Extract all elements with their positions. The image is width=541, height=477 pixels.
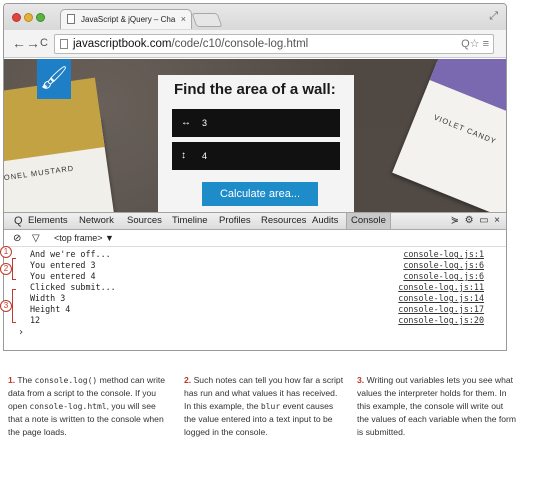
log-source-link[interactable]: console-log.js:17 [398, 304, 484, 315]
color-swatch-mustard: ONEL MUSTARD [4, 77, 115, 212]
log-row: Width 3 console-log.js:14 [4, 293, 506, 304]
dock-icon[interactable]: ▭ [479, 215, 488, 226]
frame-selector[interactable]: <top frame> ▼ [54, 231, 114, 246]
caption-code: console-log.html [29, 402, 107, 411]
log-message: You entered 4 [30, 271, 96, 281]
calculate-button[interactable]: Calculate area... [202, 182, 318, 206]
page-title: Find the area of a wall: [174, 81, 336, 98]
swatch-label: VIOLET CANDY [432, 112, 498, 147]
caption-text: Writing out variables lets you see what … [357, 375, 517, 437]
log-row: Clicked submit... console-log.js:11 [4, 282, 506, 293]
caption-code: console.log() [34, 376, 98, 385]
browser-tools[interactable]: Q☆ ≡ [461, 35, 489, 53]
callout-bracket [12, 258, 16, 280]
console-prompt[interactable]: › [18, 327, 24, 338]
drawer-icon[interactable]: ⋟ [451, 215, 459, 226]
log-source-link[interactable]: console-log.js:1 [403, 249, 484, 260]
devtools-tools[interactable]: ⋟ ⚙ ▭ × [451, 213, 500, 229]
log-row: 12 console-log.js:20 [4, 315, 506, 326]
log-row: Height 4 console-log.js:17 [4, 304, 506, 315]
fullscreen-icon[interactable]: ⤢ [489, 10, 498, 23]
tab-network[interactable]: Network [79, 213, 114, 229]
paintbrush-icon: 🖌 [37, 59, 71, 99]
vertical-arrows-icon: ↕ [181, 150, 186, 161]
search-icon[interactable]: Q [14, 213, 23, 229]
caption-1: 1. The console.log() method can write da… [8, 374, 168, 439]
log-row: You entered 3 console-log.js:6 [4, 260, 506, 271]
tab-audits[interactable]: Audits [312, 213, 338, 229]
browser-tab[interactable]: JavaScript & jQuery – Cha × [60, 9, 192, 29]
forward-icon[interactable]: → [26, 35, 40, 51]
tab-sources[interactable]: Sources [127, 213, 162, 229]
log-source-link[interactable]: console-log.js:6 [403, 260, 484, 271]
tab-timeline[interactable]: Timeline [172, 213, 208, 229]
caption-2: 2. Such notes can tell you how far a scr… [184, 374, 344, 439]
url-host: javascriptbook.com [73, 38, 172, 50]
browser-window: JavaScript & jQuery – Cha × ⤢ ← → C java… [3, 3, 507, 351]
devtools-panel: Q Elements Network Sources Timeline Prof… [4, 212, 506, 350]
log-source-link[interactable]: console-log.js:20 [398, 315, 484, 326]
log-message: You entered 3 [30, 260, 96, 270]
close-window-button[interactable] [12, 13, 21, 22]
log-source-link[interactable]: console-log.js:6 [403, 271, 484, 282]
swatch-label: ONEL MUSTARD [4, 163, 75, 183]
page-icon [67, 14, 75, 24]
back-icon[interactable]: ← [12, 35, 26, 51]
log-message: And we're off... [30, 249, 111, 259]
page-icon [60, 39, 68, 49]
width-value: 3 [202, 118, 208, 128]
tab-console[interactable]: Console [346, 213, 391, 229]
callout-marker-3: 3 [0, 300, 12, 312]
tab-elements[interactable]: Elements [28, 213, 68, 229]
area-form: Find the area of a wall: ↔ 3 ↕ 4 Calcula… [158, 75, 354, 212]
devtools-tabs: Q Elements Network Sources Timeline Prof… [4, 213, 506, 230]
tab-profiles[interactable]: Profiles [219, 213, 251, 229]
log-row: And we're off... console-log.js:1 [4, 249, 506, 260]
height-input[interactable]: ↕ 4 [172, 142, 340, 170]
height-value: 4 [202, 151, 208, 161]
log-message: Height 4 [30, 304, 71, 314]
reload-icon[interactable]: C [40, 35, 48, 51]
tab-resources[interactable]: Resources [261, 213, 306, 229]
minimize-window-button[interactable] [24, 13, 33, 22]
callout-marker-2: 2 [0, 263, 12, 275]
page-viewport: ONEL MUSTARD VIOLET CANDY 🖌 Find the are… [4, 59, 506, 212]
caption-text: The [17, 375, 35, 385]
callout-bracket [12, 289, 16, 323]
caption-code: blur [260, 402, 281, 411]
callout-marker-1: 1 [0, 246, 12, 258]
console-toolbar: ⊘ ▽ <top frame> ▼ [4, 231, 506, 247]
caption-number: 2. [184, 375, 192, 385]
tab-title: JavaScript & jQuery – Cha [81, 15, 176, 24]
caption-3: 3. Writing out variables lets you see wh… [357, 374, 517, 439]
width-input[interactable]: ↔ 3 [172, 109, 340, 137]
gear-icon[interactable]: ⚙ [465, 215, 474, 226]
url-path: /code/c10/console-log.html [171, 38, 309, 50]
log-message: Width 3 [30, 293, 66, 303]
log-message: Clicked submit... [30, 282, 116, 292]
horizontal-arrows-icon: ↔ [181, 117, 191, 128]
new-tab-button[interactable] [191, 13, 223, 27]
filter-icon[interactable]: ▽ [32, 231, 40, 246]
tab-close-icon[interactable]: × [181, 10, 186, 29]
clear-console-icon[interactable]: ⊘ [13, 231, 21, 246]
url-input[interactable]: javascriptbook.com/code/c10/console-log.… [54, 34, 494, 54]
caption-number: 3. [357, 375, 365, 385]
log-message: 12 [30, 315, 41, 325]
log-source-link[interactable]: console-log.js:14 [398, 293, 484, 304]
address-bar: ← → C javascriptbook.com/code/c10/consol… [4, 30, 506, 58]
caption-number: 1. [8, 375, 16, 385]
close-icon[interactable]: × [494, 215, 500, 226]
zoom-window-button[interactable] [36, 13, 45, 22]
log-source-link[interactable]: console-log.js:11 [398, 282, 484, 293]
log-row: You entered 4 console-log.js:6 [4, 271, 506, 282]
